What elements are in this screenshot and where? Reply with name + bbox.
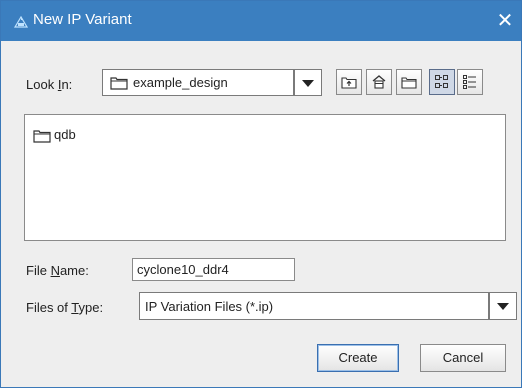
file-name-value: cyclone10_ddr4	[137, 262, 229, 277]
home-icon	[372, 75, 386, 89]
new-ip-variant-dialog: New IP Variant ✕ Look In: example_design	[0, 0, 522, 388]
up-one-level-button[interactable]	[336, 69, 362, 95]
files-of-type-label: Files of Type:	[26, 300, 104, 315]
list-item[interactable]: qdb	[33, 127, 113, 145]
title-bar[interactable]: New IP Variant ✕	[1, 1, 521, 41]
look-in-value: example_design	[133, 75, 228, 90]
look-in-combo[interactable]: example_design	[102, 69, 294, 96]
folder-icon	[33, 130, 51, 143]
details-view-button[interactable]	[457, 69, 483, 95]
window-title: New IP Variant	[33, 11, 132, 28]
files-of-type-combo[interactable]: IP Variation Files (*.ip)	[139, 292, 489, 320]
details-view-icon	[463, 75, 476, 89]
cancel-button[interactable]: Cancel	[420, 344, 506, 372]
create-new-folder-button[interactable]	[396, 69, 422, 95]
folder-icon	[110, 77, 128, 90]
list-view-icon	[435, 75, 448, 88]
create-button[interactable]: Create	[317, 344, 399, 372]
look-in-dropdown-button[interactable]	[294, 69, 322, 96]
file-item-name: qdb	[54, 127, 76, 142]
close-icon: ✕	[496, 8, 514, 32]
file-list[interactable]: qdb	[24, 114, 506, 241]
file-name-label: File Name:	[26, 263, 89, 278]
intel-fpga-icon	[14, 16, 28, 28]
chevron-down-icon	[497, 303, 509, 310]
folder-up-icon	[341, 77, 357, 89]
file-name-field[interactable]: cyclone10_ddr4	[132, 258, 295, 281]
look-in-label: Look In:	[26, 77, 73, 92]
files-of-type-value: IP Variation Files (*.ip)	[145, 299, 274, 314]
files-of-type-dropdown-button[interactable]	[489, 292, 517, 320]
home-button[interactable]	[366, 69, 392, 95]
list-view-button[interactable]	[429, 69, 455, 95]
close-button[interactable]: ✕	[493, 8, 517, 32]
new-folder-icon	[401, 77, 417, 89]
chevron-down-icon	[302, 80, 314, 87]
